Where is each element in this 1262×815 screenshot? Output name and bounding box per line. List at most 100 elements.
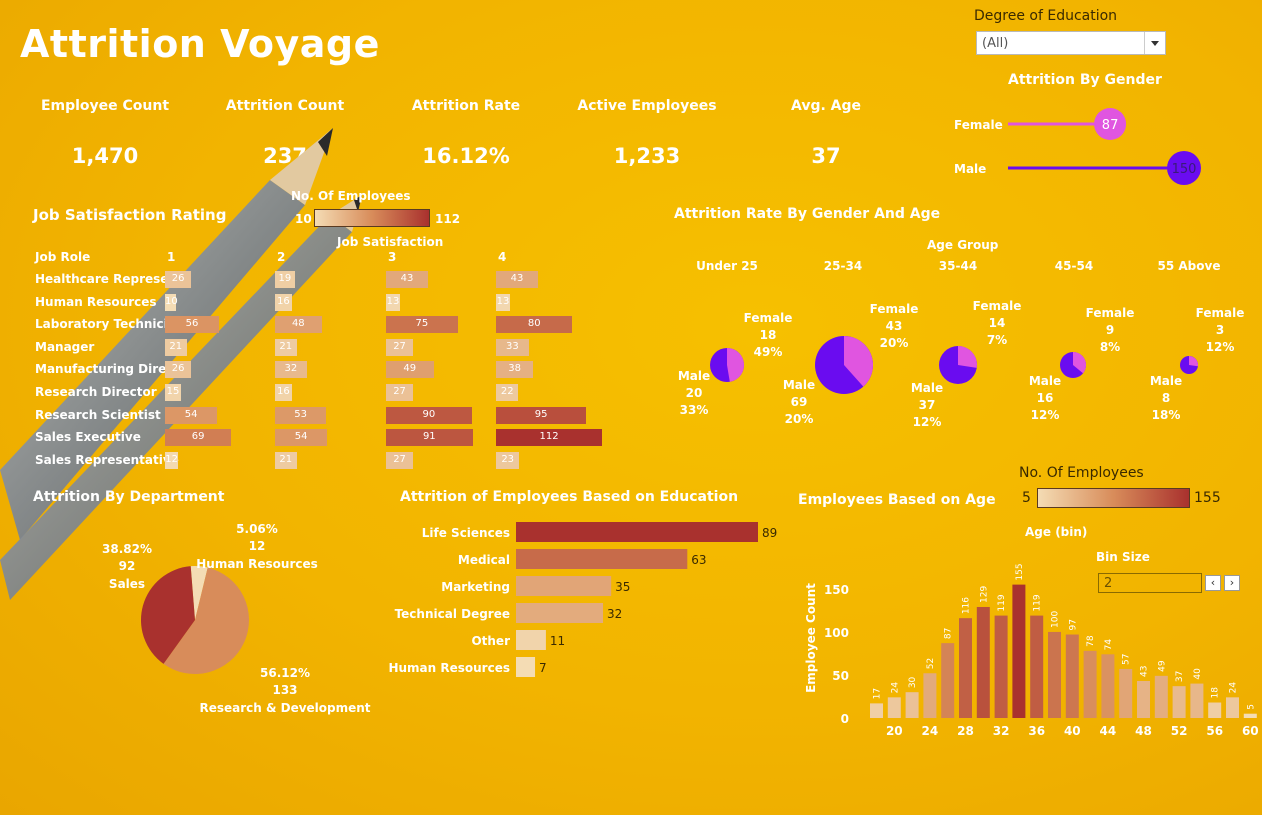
age-bar[interactable] (1208, 702, 1222, 718)
education-bar[interactable] (516, 657, 536, 677)
age-x-label: Age (bin) (1025, 525, 1088, 539)
js-cell[interactable]: 22 (496, 384, 519, 401)
js-cell[interactable]: 112 (496, 429, 603, 447)
js-cell[interactable]: 33 (496, 338, 529, 356)
js-cell[interactable]: 38 (496, 361, 534, 379)
js-cell[interactable]: 49 (386, 361, 434, 379)
education-filter-dropdown[interactable]: (All) (976, 31, 1166, 55)
education-bar[interactable] (516, 522, 758, 542)
age-bar[interactable] (1119, 668, 1133, 718)
age-group-label: 25-34 (824, 259, 862, 273)
age-bar[interactable] (870, 703, 883, 718)
js-cell[interactable]: 27 (386, 451, 414, 469)
age-bar-label: 155 (1015, 563, 1025, 580)
education-bar[interactable] (516, 549, 688, 569)
js-cell[interactable]: 21 (275, 451, 297, 469)
female-slice[interactable] (1189, 356, 1198, 367)
age-bar[interactable] (1137, 680, 1150, 718)
department-name: Sales (109, 577, 145, 591)
js-cell[interactable]: 26 (165, 271, 192, 288)
js-cell[interactable]: 27 (386, 384, 414, 401)
age-bar[interactable] (887, 697, 901, 718)
js-cell[interactable]: 95 (496, 406, 587, 424)
age-bar[interactable] (1154, 675, 1168, 718)
age-bar-label: 57 (1122, 653, 1132, 664)
js-cell[interactable]: 15 (165, 384, 181, 401)
js-cell[interactable]: 91 (386, 429, 473, 447)
js-cell[interactable]: 13 (386, 293, 401, 311)
education-bar[interactable] (516, 630, 546, 650)
age-bar[interactable] (959, 618, 972, 718)
js-column-label: 4 (498, 250, 507, 264)
js-cell[interactable]: 69 (165, 429, 232, 447)
female-count: 43 (886, 319, 903, 333)
js-cell[interactable]: 75 (386, 316, 458, 334)
age-legend-gradient (1037, 488, 1190, 508)
age-bar[interactable] (1172, 686, 1186, 718)
age-bar[interactable] (1048, 631, 1061, 718)
age-bar-label: 5 (1246, 704, 1256, 710)
age-bar[interactable] (1012, 584, 1026, 718)
age-bar[interactable] (1065, 634, 1079, 718)
education-bar[interactable] (516, 576, 612, 596)
js-cell[interactable]: 80 (496, 316, 573, 334)
js-cell[interactable]: 16 (275, 293, 292, 311)
js-cell[interactable]: 43 (386, 271, 428, 288)
js-cell[interactable]: 53 (275, 406, 327, 424)
age-group-label: Under 25 (696, 259, 758, 273)
education-bar[interactable] (516, 603, 604, 623)
age-bar[interactable] (923, 673, 937, 718)
js-cell[interactable]: 90 (386, 406, 472, 424)
js-cell-value: 43 (400, 273, 414, 284)
female-slice[interactable] (958, 346, 977, 368)
js-cell[interactable]: 16 (275, 384, 292, 401)
js-cell-value: 43 (510, 273, 524, 284)
age-bar[interactable] (1190, 683, 1204, 718)
js-cell[interactable]: 43 (496, 271, 538, 288)
age-legend-title: No. Of Employees (1019, 465, 1144, 481)
js-cell[interactable]: 32 (275, 361, 307, 379)
js-row-label: Manufacturing Dire.. (35, 362, 176, 377)
female-count: 3 (1216, 323, 1224, 337)
js-cell-value: 19 (278, 273, 292, 284)
education-category: Technical Degree (395, 607, 510, 621)
js-cell-value: 27 (393, 386, 406, 397)
js-cell[interactable]: 12 (165, 451, 179, 469)
age-bar[interactable] (1083, 650, 1097, 718)
age-bar[interactable] (976, 606, 990, 718)
filter-label: Degree of Education (974, 8, 1118, 24)
age-x-tick: 44 (1100, 724, 1117, 738)
education-category: Marketing (441, 580, 510, 594)
js-cell[interactable]: 19 (275, 271, 295, 288)
age-bar[interactable] (1226, 697, 1239, 718)
gender-label: Female (954, 118, 1003, 132)
js-cell[interactable]: 56 (165, 316, 220, 334)
js-cell[interactable]: 26 (165, 361, 192, 379)
age-legend-min: 5 (1022, 490, 1031, 506)
age-bar[interactable] (905, 692, 919, 718)
age-bar[interactable] (1243, 713, 1257, 718)
age-bar[interactable] (1030, 615, 1044, 718)
js-cell[interactable]: 21 (275, 338, 297, 356)
js-cell[interactable]: 54 (275, 429, 328, 447)
age-bar[interactable] (941, 643, 955, 718)
js-cell[interactable]: 27 (386, 338, 414, 356)
kpi-label: Employee Count (40, 98, 170, 114)
chevron-down-icon[interactable] (1144, 32, 1165, 54)
js-cell[interactable]: 21 (165, 338, 187, 356)
age-bar[interactable] (1101, 654, 1115, 718)
department-count: 12 (249, 539, 266, 553)
gender-lollipop-chart: Female 87 Male 150 (954, 108, 1201, 185)
js-cell-value: 23 (501, 453, 515, 465)
js-cell[interactable]: 54 (165, 406, 218, 424)
js-cell[interactable]: 13 (496, 293, 511, 311)
js-cell[interactable]: 48 (275, 316, 322, 334)
js-cell[interactable]: 23 (496, 451, 520, 469)
age-bar[interactable] (994, 615, 1008, 718)
js-cell-value: 54 (184, 408, 198, 420)
female-slice[interactable] (727, 348, 744, 382)
js-column-label: 3 (388, 250, 397, 264)
education-value: 89 (762, 526, 777, 540)
js-cell[interactable]: 10 (165, 293, 178, 311)
js-cell-value: 27 (393, 340, 406, 352)
